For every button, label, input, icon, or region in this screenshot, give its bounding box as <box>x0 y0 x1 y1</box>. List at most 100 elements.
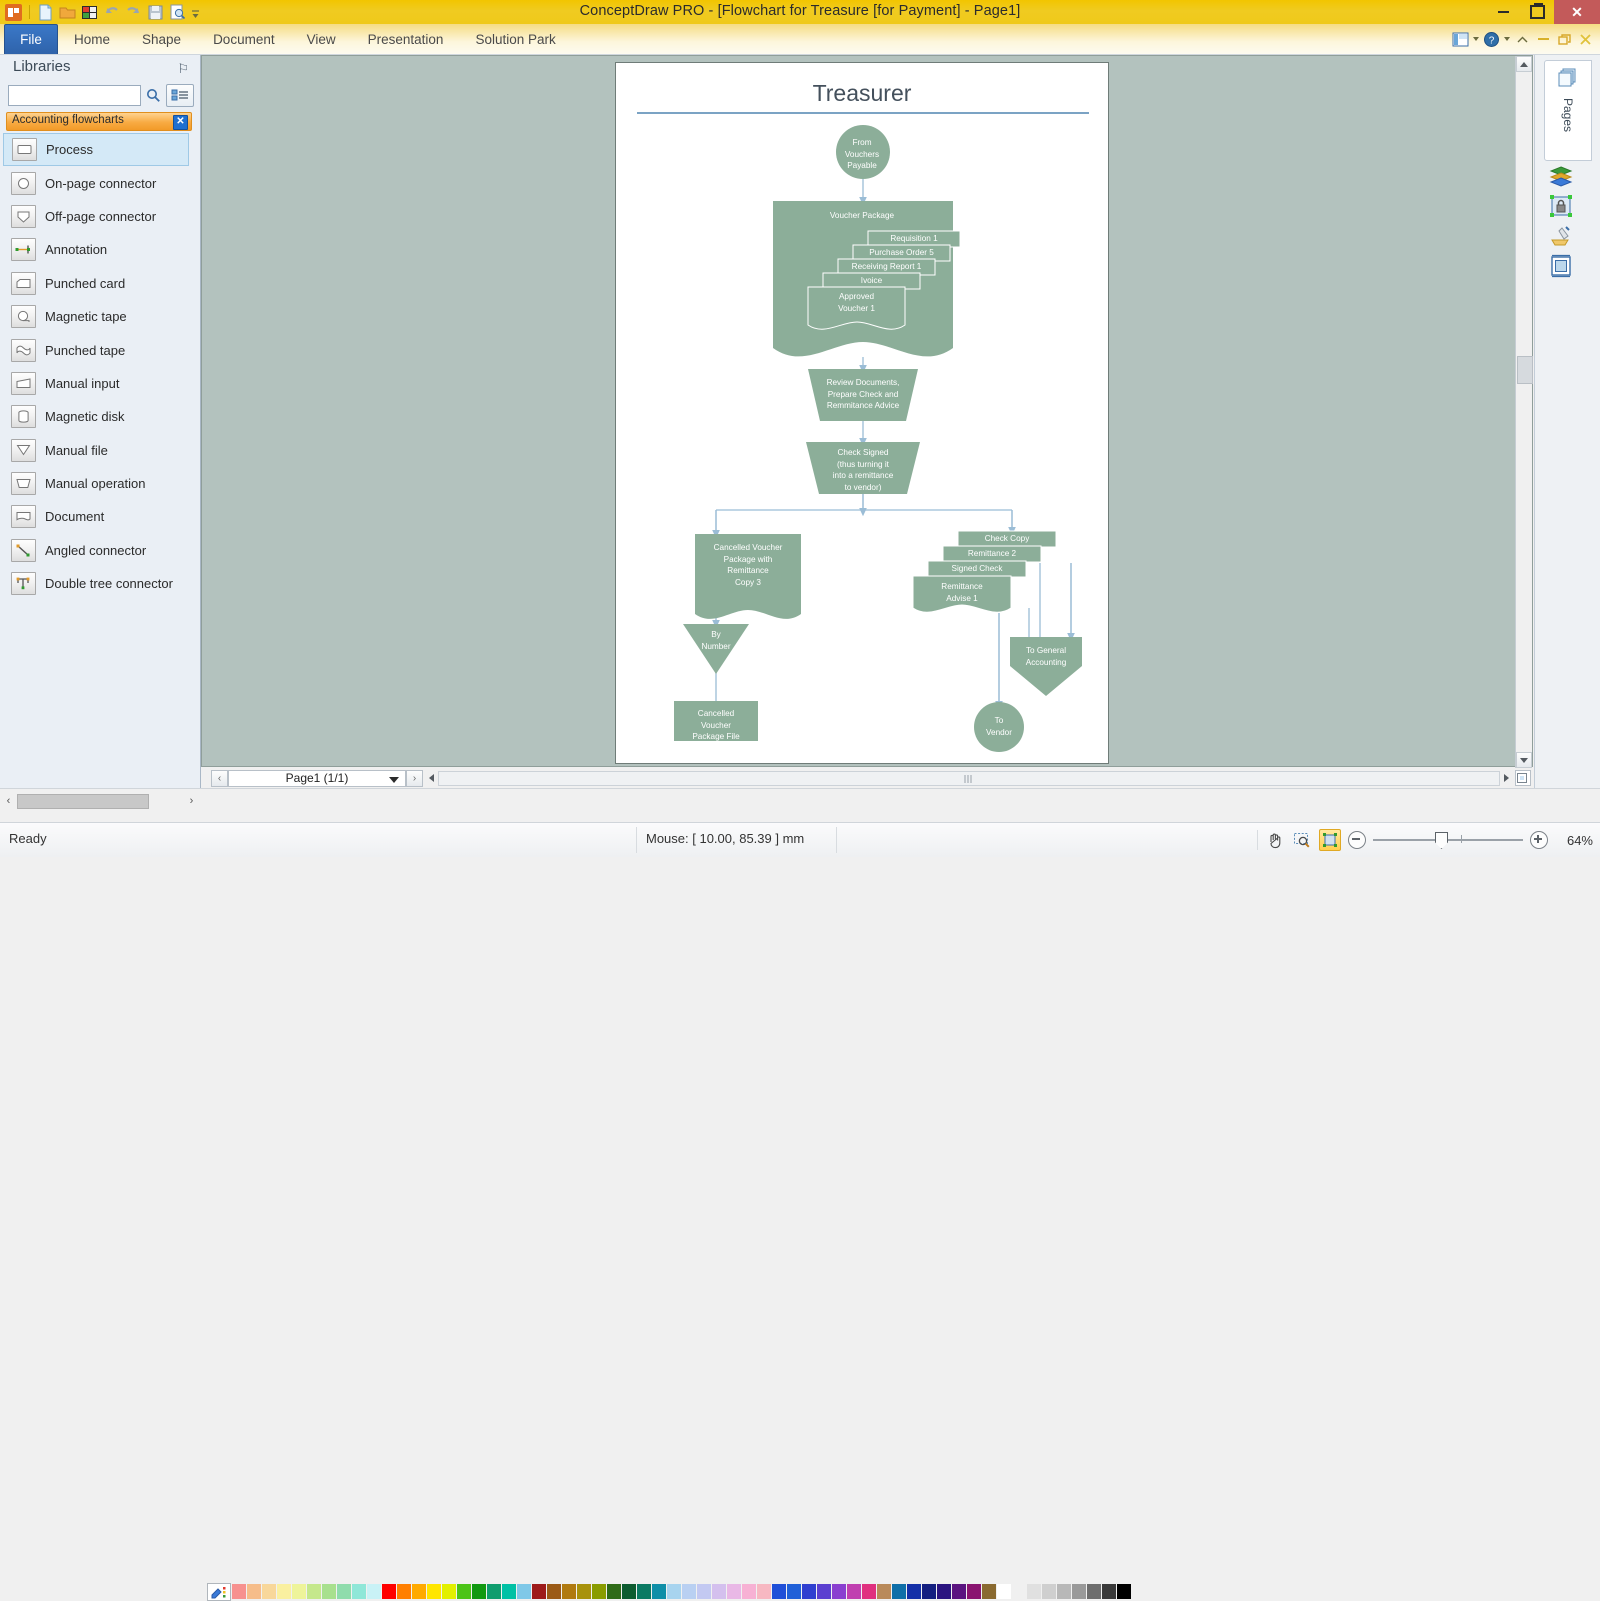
color-swatch[interactable] <box>472 1584 486 1599</box>
tab-shape[interactable]: Shape <box>126 24 197 54</box>
tab-view[interactable]: View <box>291 24 352 54</box>
vertical-scroll-thumb[interactable] <box>1517 356 1533 384</box>
pan-hand-icon[interactable] <box>1265 830 1285 850</box>
panels-chevron-down-icon[interactable] <box>1473 37 1479 41</box>
ribbon-minimize-icon[interactable] <box>1538 38 1549 40</box>
color-swatch[interactable] <box>382 1584 396 1599</box>
color-picker-icon[interactable] <box>207 1583 231 1601</box>
panels-icon[interactable] <box>1452 31 1469 48</box>
color-swatch[interactable] <box>712 1584 726 1599</box>
color-swatch[interactable] <box>262 1584 276 1599</box>
help-chevron-down-icon[interactable] <box>1504 37 1510 41</box>
tab-file[interactable]: File <box>4 24 58 54</box>
library-item-off-page-connector[interactable]: Off-page connector <box>0 200 200 233</box>
color-swatch[interactable] <box>277 1584 291 1599</box>
canvas-area[interactable]: Treasurer From Vouchers Payable Voucher … <box>201 55 1533 768</box>
color-swatch[interactable] <box>1102 1584 1116 1599</box>
color-swatch[interactable] <box>247 1584 261 1599</box>
color-swatch[interactable] <box>802 1584 816 1599</box>
library-item-angled-connector[interactable]: Angled connector <box>0 534 200 567</box>
color-swatch[interactable] <box>352 1584 366 1599</box>
canvas-horizontal-scrollbar[interactable] <box>425 769 1513 787</box>
color-swatch[interactable] <box>757 1584 771 1599</box>
library-scroll-thumb[interactable] <box>17 793 149 809</box>
color-swatch[interactable] <box>1012 1584 1026 1599</box>
color-swatch[interactable] <box>997 1584 1011 1599</box>
canvas-vertical-scrollbar[interactable] <box>1515 56 1533 768</box>
zoom-slider-handle[interactable] <box>1435 832 1448 849</box>
horizontal-scroll-track[interactable] <box>438 770 1500 786</box>
library-panel-scrollbar[interactable]: ‹ › <box>0 789 200 813</box>
color-swatch[interactable] <box>697 1584 711 1599</box>
color-swatch[interactable] <box>652 1584 666 1599</box>
scroll-down-button[interactable] <box>1516 752 1532 768</box>
color-swatch[interactable] <box>1027 1584 1041 1599</box>
color-swatch[interactable] <box>322 1584 336 1599</box>
library-item-magnetic-disk[interactable]: Magnetic disk <box>0 400 200 433</box>
color-swatch[interactable] <box>457 1584 471 1599</box>
color-swatch[interactable] <box>982 1584 996 1599</box>
color-swatch[interactable] <box>292 1584 306 1599</box>
color-swatch[interactable] <box>502 1584 516 1599</box>
library-group-close-icon[interactable]: ✕ <box>173 114 188 130</box>
color-swatch[interactable] <box>892 1584 906 1599</box>
color-swatch[interactable] <box>307 1584 321 1599</box>
zoom-slider[interactable] <box>1373 832 1523 849</box>
color-swatch[interactable] <box>622 1584 636 1599</box>
color-swatch[interactable] <box>937 1584 951 1599</box>
pin-icon[interactable]: ⚐ <box>177 61 189 77</box>
layers-icon[interactable] <box>1548 163 1573 188</box>
page-selector[interactable]: Page1 (1/1) <box>228 769 406 787</box>
color-swatch[interactable] <box>532 1584 546 1599</box>
tab-home[interactable]: Home <box>58 24 126 54</box>
chevron-right-icon[interactable]: › <box>183 790 200 812</box>
library-item-punched-card[interactable]: Punched card <box>0 267 200 300</box>
fit-to-page-icon[interactable] <box>1319 829 1341 851</box>
color-swatch[interactable] <box>787 1584 801 1599</box>
scroll-up-button[interactable] <box>1516 56 1532 72</box>
color-swatch[interactable] <box>742 1584 756 1599</box>
color-swatch[interactable] <box>517 1584 531 1599</box>
color-swatch[interactable] <box>1087 1584 1101 1599</box>
zoom-out-button[interactable] <box>1348 831 1366 849</box>
library-item-double-tree-connector[interactable]: Double tree connector <box>0 567 200 600</box>
page-setup-icon[interactable] <box>1548 253 1573 278</box>
search-icon[interactable] <box>146 86 161 105</box>
color-swatch[interactable] <box>952 1584 966 1599</box>
color-swatch[interactable] <box>232 1584 246 1599</box>
color-swatch[interactable] <box>337 1584 351 1599</box>
color-swatch[interactable] <box>862 1584 876 1599</box>
color-swatch[interactable] <box>547 1584 561 1599</box>
color-swatch[interactable] <box>727 1584 741 1599</box>
library-item-process[interactable]: Process <box>3 133 189 167</box>
chevron-left-icon[interactable]: ‹ <box>0 790 17 812</box>
library-item-on-page-connector[interactable]: On-page connector <box>0 166 200 199</box>
scroll-left-button[interactable] <box>425 770 438 787</box>
color-swatch[interactable] <box>922 1584 936 1599</box>
color-swatch[interactable] <box>577 1584 591 1599</box>
ribbon-close-icon[interactable] <box>1577 31 1594 48</box>
color-swatch[interactable] <box>637 1584 651 1599</box>
search-input[interactable] <box>8 84 141 106</box>
color-swatch[interactable] <box>427 1584 441 1599</box>
color-swatch-strip[interactable] <box>232 1584 1131 1599</box>
ribbon-restore-icon[interactable] <box>1556 31 1573 48</box>
scroll-right-button[interactable] <box>1500 770 1513 787</box>
color-swatch[interactable] <box>1057 1584 1071 1599</box>
minimize-button[interactable] <box>1486 0 1520 24</box>
library-item-manual-file[interactable]: Manual file <box>0 434 200 467</box>
color-swatch[interactable] <box>817 1584 831 1599</box>
library-group-header[interactable]: Accounting flowcharts ✕ <box>6 112 192 131</box>
fit-page-button[interactable] <box>1515 770 1531 786</box>
previous-page-button[interactable]: ‹ <box>211 769 228 787</box>
color-swatch[interactable] <box>1072 1584 1086 1599</box>
library-item-magnetic-tape[interactable]: Magnetic tape <box>0 300 200 333</box>
close-button[interactable]: ✕ <box>1554 0 1600 24</box>
tab-presentation[interactable]: Presentation <box>352 24 460 54</box>
library-item-manual-input[interactable]: Manual input <box>0 367 200 400</box>
color-swatch[interactable] <box>847 1584 861 1599</box>
collapse-ribbon-icon[interactable] <box>1514 31 1531 48</box>
zoom-in-button[interactable] <box>1530 831 1548 849</box>
color-swatch[interactable] <box>967 1584 981 1599</box>
color-swatch[interactable] <box>592 1584 606 1599</box>
